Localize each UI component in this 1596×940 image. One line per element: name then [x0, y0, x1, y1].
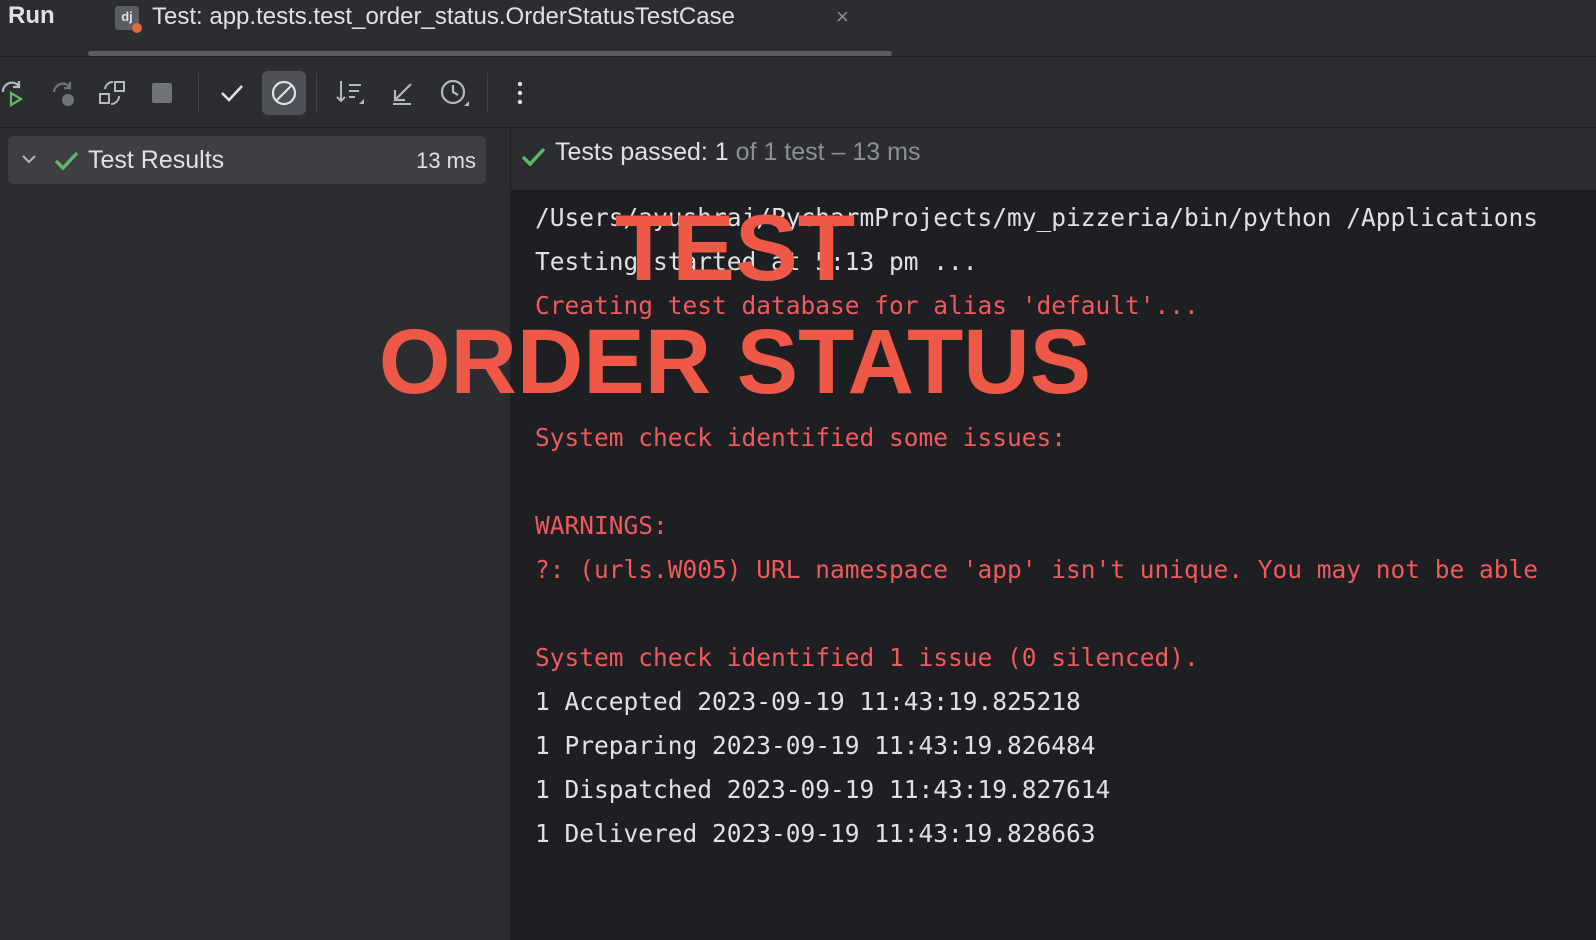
- test-results-label: Test Results: [88, 146, 225, 174]
- rerun-icon[interactable]: [0, 71, 34, 115]
- run-toolbar: [0, 57, 1596, 128]
- passed-check-icon: [52, 146, 80, 179]
- console-line: 1 Accepted 2023-09-19 11:43:19.825218: [535, 687, 1081, 716]
- show-passed-icon[interactable]: [210, 71, 254, 115]
- sort-icon[interactable]: [328, 71, 372, 115]
- test-results-duration: 13 ms: [416, 148, 476, 173]
- console-line: 1 Preparing 2023-09-19 11:43:19.826484: [535, 731, 1096, 760]
- console-line: Testing started at 5:13 pm ...: [535, 247, 978, 276]
- toolbar-separator: [487, 73, 488, 113]
- tests-passed-summary: Tests passed: 1 of 1 test – 13 ms: [555, 138, 921, 166]
- test-results-root-node[interactable]: Test Results 13 ms: [8, 136, 486, 184]
- console-line: 1 Dispatched 2023-09-19 11:43:19.827614: [535, 775, 1111, 804]
- passed-check-icon: [519, 142, 547, 175]
- close-tab-icon[interactable]: ×: [836, 4, 849, 30]
- console-panel: Tests passed: 1 of 1 test – 13 ms /Users…: [511, 128, 1596, 940]
- django-test-icon: dj: [115, 6, 142, 33]
- collapse-icon[interactable]: [380, 71, 424, 115]
- console-line: /Users/ayushraj/PycharmProjects/my_pizze…: [535, 203, 1539, 232]
- console-line: System check identified some issues:: [535, 423, 1067, 452]
- stop-icon: [140, 71, 184, 115]
- tool-window-header: Run dj Test: app.tests.test_order_status…: [0, 0, 1596, 57]
- test-tree-panel: Test Results 13 ms: [0, 128, 511, 940]
- toolbar-separator: [198, 73, 199, 113]
- console-output[interactable]: /Users/ayushraj/PycharmProjects/my_pizze…: [535, 196, 1595, 856]
- show-ignored-icon[interactable]: [262, 71, 306, 115]
- console-line: WARNINGS:: [535, 511, 668, 540]
- tab-test-run[interactable]: dj Test: app.tests.test_order_status.Ord…: [112, 0, 892, 54]
- console-line: 1 Delivered 2023-09-19 11:43:19.828663: [535, 819, 1096, 848]
- more-icon[interactable]: [498, 71, 542, 115]
- toolbar-separator: [316, 73, 317, 113]
- console-line: Creating test database for alias 'defaul…: [535, 291, 1199, 320]
- console-line: System check identified 1 issue (0 silen…: [535, 643, 1199, 672]
- active-tab-indicator: [88, 51, 892, 56]
- history-icon[interactable]: [432, 71, 476, 115]
- console-line: ?: (urls.W005) URL namespace 'app' isn't…: [535, 555, 1539, 584]
- chevron-down-icon[interactable]: [18, 148, 40, 175]
- rerun-failed-icon: [40, 71, 84, 115]
- tab-title: Test: app.tests.test_order_status.OrderS…: [152, 3, 735, 30]
- toggle-autotest-icon[interactable]: [90, 71, 134, 115]
- test-status-bar: Tests passed: 1 of 1 test – 13 ms: [511, 128, 1596, 190]
- run-tool-window-title: Run: [8, 2, 55, 29]
